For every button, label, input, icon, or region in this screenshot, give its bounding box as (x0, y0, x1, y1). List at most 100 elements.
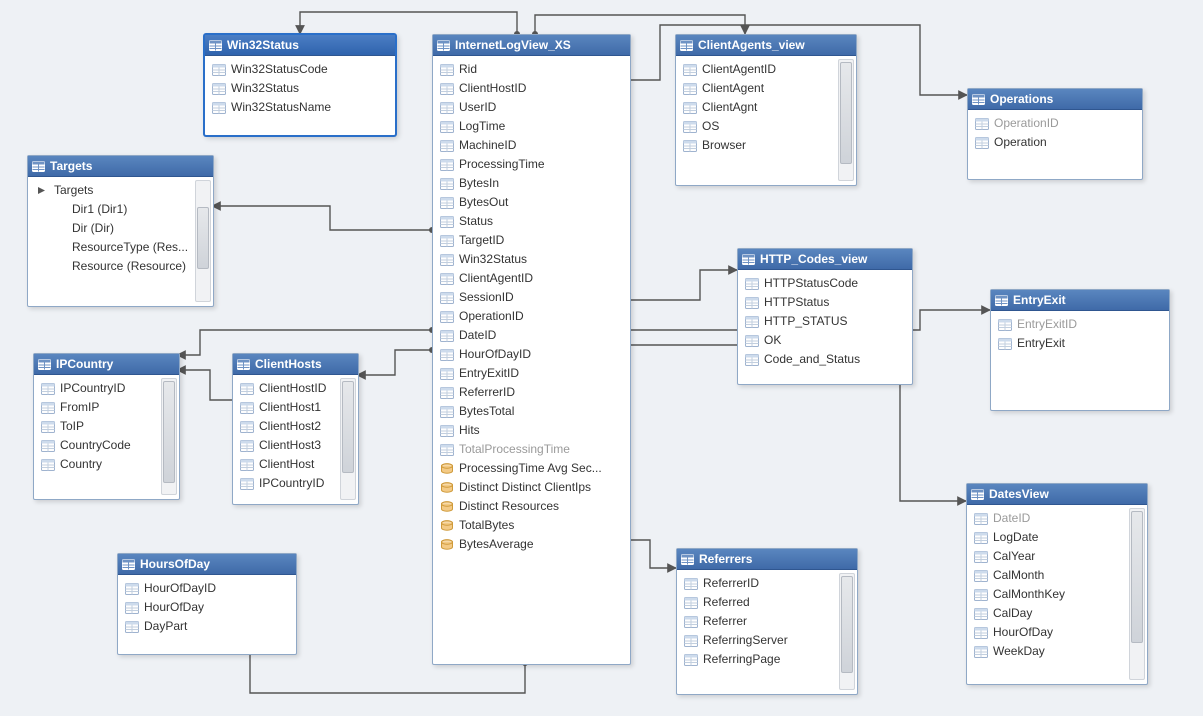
table-row[interactable]: DayPart (120, 617, 294, 636)
table-row[interactable]: OperationID (970, 114, 1140, 133)
table-row[interactable]: CalYear (969, 547, 1145, 566)
table-header[interactable]: Win32Status (205, 35, 395, 56)
table-row[interactable]: Distinct Distinct ClientIps (435, 478, 628, 497)
table-row[interactable]: Win32StatusCode (207, 60, 393, 79)
table-row[interactable]: ProcessingTime (435, 155, 628, 174)
scrollbar[interactable] (839, 573, 855, 690)
table-row[interactable]: BytesIn (435, 174, 628, 193)
table-row[interactable]: BytesTotal (435, 402, 628, 421)
scrollbar-thumb[interactable] (342, 381, 354, 473)
table-header[interactable]: Operations (968, 89, 1142, 110)
table-header[interactable]: HoursOfDay (118, 554, 296, 575)
table-row[interactable]: ToIP (36, 417, 177, 436)
scrollbar[interactable] (1129, 508, 1145, 680)
table-row[interactable]: Distinct Resources (435, 497, 628, 516)
table-row[interactable]: ClientAgnt (678, 98, 854, 117)
table-httpcodes[interactable]: HTTP_Codes_view HTTPStatusCodeHTTPStatus… (737, 248, 913, 385)
table-row[interactable]: LogDate (969, 528, 1145, 547)
table-row[interactable]: HourOfDay (120, 598, 294, 617)
table-row[interactable]: ClientHost2 (235, 417, 356, 436)
table-row[interactable]: MachineID (435, 136, 628, 155)
table-row[interactable]: HTTPStatusCode (740, 274, 910, 293)
table-header[interactable]: Referrers (677, 549, 857, 570)
table-row[interactable]: UserID (435, 98, 628, 117)
scrollbar-thumb[interactable] (840, 62, 852, 164)
scrollbar-thumb[interactable] (1131, 511, 1143, 643)
table-win32status[interactable]: Win32Status Win32StatusCodeWin32StatusWi… (204, 34, 396, 136)
table-row[interactable]: Operation (970, 133, 1140, 152)
scrollbar-thumb[interactable] (841, 576, 853, 673)
table-header[interactable]: Targets (28, 156, 213, 177)
table-row[interactable]: ClientAgentID (678, 60, 854, 79)
table-hoursofday[interactable]: HoursOfDay HourOfDayIDHourOfDayDayPart (117, 553, 297, 655)
table-row[interactable]: CalDay (969, 604, 1145, 623)
table-operations[interactable]: Operations OperationIDOperation (967, 88, 1143, 180)
table-header[interactable]: DatesView (967, 484, 1147, 505)
table-row[interactable]: TotalBytes (435, 516, 628, 535)
table-header[interactable]: ClientHosts (233, 354, 358, 375)
scrollbar[interactable] (340, 378, 356, 500)
table-entryexit[interactable]: EntryExit EntryExitIDEntryExit (990, 289, 1170, 411)
table-row[interactable]: Code_and_Status (740, 350, 910, 369)
table-row[interactable]: Win32Status (435, 250, 628, 269)
table-row[interactable]: Targets (30, 181, 211, 200)
table-row[interactable]: CalMonthKey (969, 585, 1145, 604)
table-row[interactable]: WeekDay (969, 642, 1145, 661)
table-internetlog[interactable]: InternetLogView_XS RidClientHostIDUserID… (432, 34, 631, 665)
table-row[interactable]: BytesOut (435, 193, 628, 212)
table-ipcountry[interactable]: IPCountry IPCountryIDFromIPToIPCountryCo… (33, 353, 180, 500)
table-datesview[interactable]: DatesView DateIDLogDateCalYearCalMonthCa… (966, 483, 1148, 685)
table-row[interactable]: ProcessingTime Avg Sec... (435, 459, 628, 478)
table-row[interactable]: ClientAgentID (435, 269, 628, 288)
table-row[interactable]: IPCountryID (36, 379, 177, 398)
table-row[interactable]: OK (740, 331, 910, 350)
table-row[interactable]: Dir (Dir) (30, 219, 211, 238)
table-row[interactable]: HTTP_STATUS (740, 312, 910, 331)
table-row[interactable]: ReferrerID (679, 574, 855, 593)
table-row[interactable]: Browser (678, 136, 854, 155)
table-row[interactable]: HourOfDayID (435, 345, 628, 364)
table-row[interactable]: EntryExitID (435, 364, 628, 383)
table-row[interactable]: OperationID (435, 307, 628, 326)
table-row[interactable]: Rid (435, 60, 628, 79)
table-row[interactable]: CalMonth (969, 566, 1145, 585)
table-row[interactable]: ClientHostID (435, 79, 628, 98)
table-row[interactable]: EntryExitID (993, 315, 1167, 334)
table-row[interactable]: Status (435, 212, 628, 231)
scrollbar[interactable] (161, 378, 177, 495)
scrollbar-thumb[interactable] (197, 207, 209, 269)
table-row[interactable]: ClientAgent (678, 79, 854, 98)
table-row[interactable]: ClientHost3 (235, 436, 356, 455)
table-row[interactable]: DateID (435, 326, 628, 345)
table-row[interactable]: HTTPStatus (740, 293, 910, 312)
table-row[interactable]: ReferringServer (679, 631, 855, 650)
table-row[interactable]: Referred (679, 593, 855, 612)
table-row[interactable]: ReferrerID (435, 383, 628, 402)
table-row[interactable]: IPCountryID (235, 474, 356, 493)
table-header[interactable]: EntryExit (991, 290, 1169, 311)
table-row[interactable]: ClientHost1 (235, 398, 356, 417)
scrollbar-thumb[interactable] (163, 381, 175, 483)
table-row[interactable]: Win32StatusName (207, 98, 393, 117)
table-row[interactable]: OS (678, 117, 854, 136)
table-row[interactable]: FromIP (36, 398, 177, 417)
table-row[interactable]: Resource (Resource) (30, 257, 211, 276)
table-header[interactable]: HTTP_Codes_view (738, 249, 912, 270)
scrollbar[interactable] (838, 59, 854, 181)
table-row[interactable]: DateID (969, 509, 1145, 528)
table-row[interactable]: TargetID (435, 231, 628, 250)
table-row[interactable]: Dir1 (Dir1) (30, 200, 211, 219)
scrollbar[interactable] (195, 180, 211, 302)
table-row[interactable]: ClientHost (235, 455, 356, 474)
table-row[interactable]: ResourceType (Res... (30, 238, 211, 257)
table-row[interactable]: TotalProcessingTime (435, 440, 628, 459)
table-clientagents[interactable]: ClientAgents_view ClientAgentIDClientAge… (675, 34, 857, 186)
table-row[interactable]: HourOfDay (969, 623, 1145, 642)
table-clienthosts[interactable]: ClientHosts ClientHostIDClientHost1Clien… (232, 353, 359, 505)
table-row[interactable]: EntryExit (993, 334, 1167, 353)
table-targets[interactable]: Targets TargetsDir1 (Dir1)Dir (Dir)Resou… (27, 155, 214, 307)
table-row[interactable]: ReferringPage (679, 650, 855, 669)
table-row[interactable]: SessionID (435, 288, 628, 307)
table-row[interactable]: Referrer (679, 612, 855, 631)
table-row[interactable]: Win32Status (207, 79, 393, 98)
